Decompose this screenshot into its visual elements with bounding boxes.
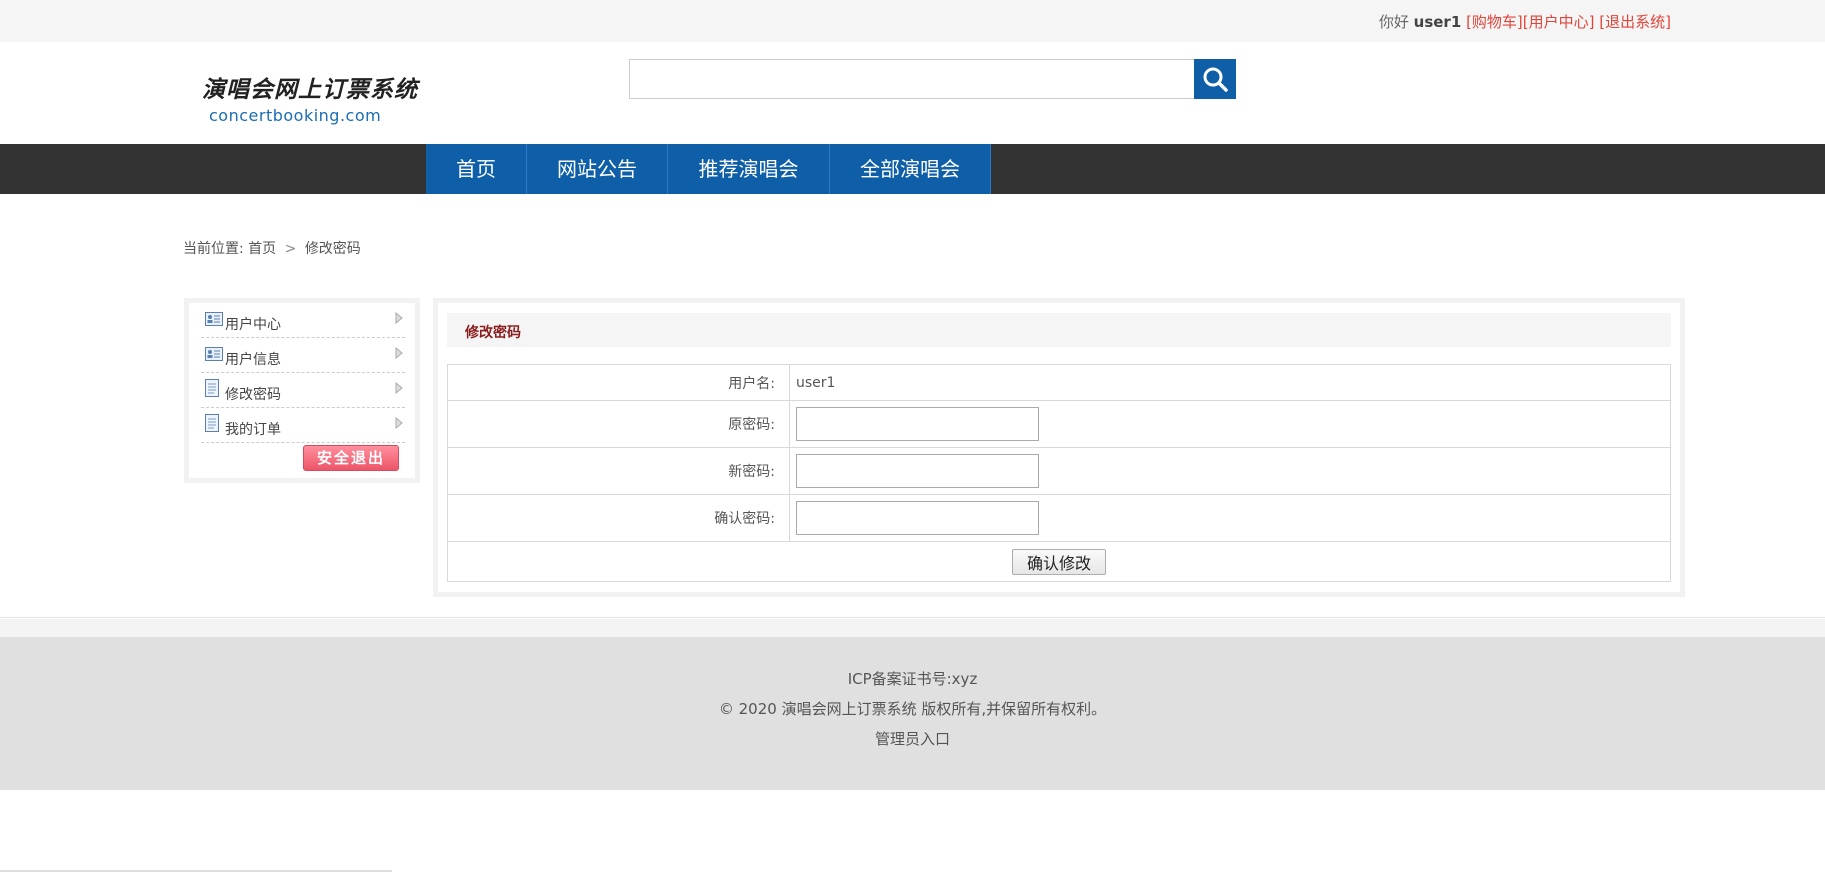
sidebar-item-label: 我的订单: [225, 422, 281, 438]
panel-title: 修改密码: [465, 325, 521, 341]
site-logo[interactable]: 演唱会网上订票系统 concertbooking.com: [202, 70, 418, 130]
form-row-old-password: 原密码:: [447, 400, 1671, 448]
icp-text: ICP备案证书号:xyz: [847, 670, 978, 688]
search-input[interactable]: [629, 59, 1195, 99]
admin-entry-link[interactable]: 管理员入口: [875, 730, 950, 748]
arrow-right-icon: [395, 417, 403, 429]
id-card-icon: [205, 312, 223, 326]
sidebar-item-user-info[interactable]: 用户信息: [201, 338, 405, 373]
sidebar-item-change-password[interactable]: 修改密码: [201, 373, 405, 408]
cart-link[interactable]: [购物车]: [1466, 13, 1523, 31]
form-row-confirm-password: 确认密码:: [447, 494, 1671, 542]
search-button[interactable]: [1194, 59, 1236, 99]
sidebar-item-label: 修改密码: [225, 387, 281, 403]
id-card-icon: [205, 347, 223, 361]
arrow-right-icon: [395, 382, 403, 394]
nav-item-home[interactable]: 首页: [426, 144, 527, 194]
user-center-link[interactable]: [用户中心]: [1523, 13, 1595, 31]
sidebar-item-my-orders[interactable]: 我的订单: [201, 408, 405, 443]
logo-domain-text: concertbooking.com: [209, 106, 382, 125]
breadcrumb-prefix: 当前位置:: [183, 241, 244, 257]
change-password-form: 用户名: user1 原密码: 新密码: 确认密码: 确认修改: [447, 364, 1671, 582]
username-label: 用户名:: [447, 364, 790, 401]
safe-logout-button[interactable]: 安全退出: [303, 445, 399, 471]
new-password-field[interactable]: [796, 454, 1039, 488]
breadcrumb-separator: >: [284, 241, 297, 257]
breadcrumb-current: 修改密码: [304, 241, 361, 257]
breadcrumb-home-link[interactable]: 首页: [248, 241, 276, 257]
change-password-panel: 修改密码 用户名: user1 原密码: 新密码: 确认密码: 确认修改: [433, 298, 1685, 597]
site-footer: ICP备案证书号:xyz © 2020 演唱会网上订票系统 版权所有,并保留所有…: [0, 637, 1825, 790]
old-password-label: 原密码:: [447, 400, 790, 448]
form-row-submit: 确认修改: [447, 541, 1671, 582]
form-row-new-password: 新密码:: [447, 447, 1671, 495]
old-password-field[interactable]: [796, 407, 1039, 441]
breadcrumb: 当前位置: 首页 > 修改密码: [183, 238, 361, 258]
panel-header: 修改密码: [447, 313, 1671, 347]
greeting-text: 你好: [1378, 13, 1409, 31]
confirm-password-label: 确认密码:: [447, 494, 790, 542]
search-icon: [1203, 67, 1228, 92]
nav-item-recommended[interactable]: 推荐演唱会: [668, 144, 830, 194]
horizontal-scrollbar[interactable]: [0, 870, 392, 872]
main-nav: 首页 网站公告 推荐演唱会 全部演唱会: [0, 144, 1825, 194]
copyright-text: © 2020 演唱会网上订票系统 版权所有,并保留所有权利。: [718, 700, 1107, 718]
logout-link[interactable]: [退出系统]: [1599, 13, 1671, 31]
username-value: user1: [789, 364, 1671, 401]
form-row-username: 用户名: user1: [447, 364, 1671, 401]
confirm-password-field[interactable]: [796, 501, 1039, 535]
arrow-right-icon: [395, 312, 403, 324]
nav-item-all-concerts[interactable]: 全部演唱会: [830, 144, 991, 194]
arrow-right-icon: [395, 347, 403, 359]
footer-strip: [0, 619, 1825, 637]
confirm-change-button[interactable]: 确认修改: [1011, 548, 1106, 575]
sidebar-item-label: 用户信息: [225, 352, 281, 368]
username-text: user1: [1413, 13, 1462, 31]
top-bar: 你好 user1 [购物车][用户中心] [退出系统]: [0, 0, 1825, 42]
new-password-label: 新密码:: [447, 447, 790, 495]
logo-chinese-text: 演唱会网上订票系统: [202, 76, 418, 103]
sidebar-item-user-center[interactable]: 用户中心: [201, 303, 405, 338]
document-icon: [205, 414, 219, 432]
sidebar-item-label: 用户中心: [225, 317, 281, 333]
user-greeting-bar: 你好 user1 [购物车][用户中心] [退出系统]: [1379, 11, 1671, 32]
nav-item-announcements[interactable]: 网站公告: [527, 144, 668, 194]
footer-divider: [0, 617, 1825, 618]
user-sidebar: 用户中心 用户信息 修改密码 我的订单 安全退出: [184, 298, 420, 483]
document-icon: [205, 379, 219, 397]
site-header: 演唱会网上订票系统 concertbooking.com: [0, 42, 1825, 144]
